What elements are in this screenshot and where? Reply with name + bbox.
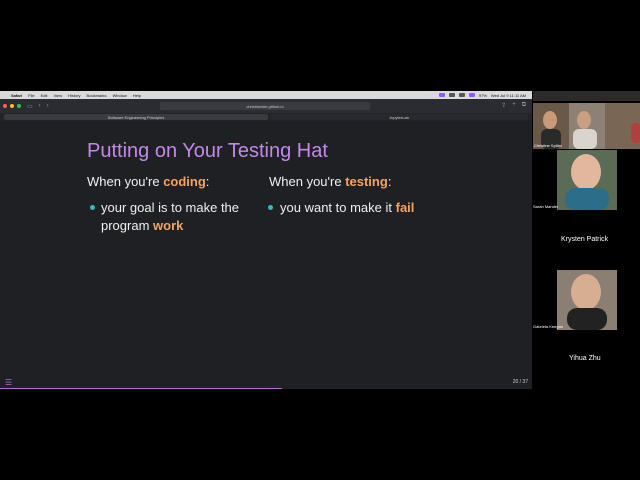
maximize-icon[interactable]	[17, 104, 21, 108]
forward-icon[interactable]: ›	[47, 103, 49, 109]
menu-file[interactable]: File	[28, 93, 34, 98]
zoom-icon[interactable]	[438, 93, 445, 97]
slide-title: Putting on Your Testing Hat	[87, 140, 328, 162]
video-strip-header	[533, 91, 640, 101]
heading-colon: :	[205, 174, 210, 189]
menu-view[interactable]: View	[53, 93, 62, 98]
participant-tile[interactable]: Christine Spiller	[533, 103, 569, 149]
new-tab-icon[interactable]: +	[512, 102, 516, 109]
heading-colon: :	[387, 174, 392, 189]
sidebar-icon[interactable]: ▭	[27, 103, 33, 110]
slide-progress-bar	[0, 387, 282, 389]
participant-body	[567, 308, 607, 330]
close-icon[interactable]	[3, 104, 7, 108]
participant-body	[631, 123, 640, 143]
tab-software-engineering[interactable]: Software Engineering Principles	[4, 114, 268, 120]
menu-window[interactable]: Window	[113, 93, 127, 98]
participant-body	[573, 129, 597, 149]
participant-tile[interactable]	[569, 103, 605, 149]
menu-help[interactable]: Help	[133, 93, 141, 98]
bullet-text: program	[101, 218, 154, 233]
tab-bar: Software Engineering Principles JupyterL…	[0, 113, 532, 121]
hamburger-menu-icon[interactable]: ☰	[5, 378, 12, 387]
participant-tile[interactable]	[557, 150, 617, 210]
menubar-clock: Wed Jul 9 11:11 AM	[490, 92, 526, 98]
bullet-icon	[90, 205, 95, 210]
battery-label: 97%	[478, 92, 487, 98]
participant-tile[interactable]	[557, 270, 617, 330]
screen-share-icon[interactable]	[468, 93, 475, 97]
share-icon[interactable]: ⇪	[501, 102, 506, 109]
bullet-text: your goal is to make the	[101, 200, 240, 215]
testing-heading: When you're testing:	[269, 174, 391, 189]
status-icon[interactable]	[448, 93, 455, 97]
tab-label: JupyterLab	[389, 114, 409, 120]
participant-name: Sarah Mander	[533, 204, 559, 209]
back-icon[interactable]: ‹	[39, 103, 41, 109]
status-icon[interactable]	[458, 93, 465, 97]
heading-accent: coding	[163, 174, 206, 189]
heading-accent: testing	[345, 174, 388, 189]
heading-text: When you're	[269, 174, 346, 189]
slide: Putting on Your Testing Hat When you're …	[0, 121, 532, 389]
tab-label: Software Engineering Principles	[107, 114, 165, 120]
menu-safari[interactable]: Safari	[11, 93, 22, 98]
mac-menubar: Safari File Edit View History Bookmarks …	[0, 91, 532, 99]
participant-name: Christine Spiller	[534, 143, 563, 148]
tabs-overview-icon[interactable]: ⧉	[522, 102, 526, 109]
heading-text: When you're	[87, 174, 164, 189]
menu-bookmarks[interactable]: Bookmarks	[87, 93, 107, 98]
browser-toolbar: ▭ ‹ › christinesier.github.io ⇪ + ⧉	[0, 99, 532, 113]
bullet-accent: fail	[395, 200, 415, 215]
slide-number: 20 / 37	[512, 379, 528, 385]
participant-face	[571, 274, 601, 310]
participant-body	[565, 188, 609, 210]
menu-history[interactable]: History	[68, 93, 80, 98]
participant-face	[543, 111, 557, 129]
url-text: christinesier.github.io	[246, 103, 284, 109]
coding-bullet: your goal is to make the program work	[101, 199, 239, 235]
coding-heading: When you're coding:	[87, 174, 209, 189]
screen-share: Safari File Edit View History Bookmarks …	[0, 91, 532, 389]
bullet-icon	[268, 205, 273, 210]
address-bar[interactable]: christinesier.github.io	[160, 102, 370, 110]
tab-jupyterlab[interactable]: JupyterLab	[270, 114, 528, 120]
minimize-icon[interactable]	[10, 104, 14, 108]
menu-edit[interactable]: Edit	[41, 93, 48, 98]
participant-name: Krysten Patrick	[561, 236, 609, 243]
participant-tile[interactable]	[605, 103, 640, 149]
participant-face	[571, 154, 601, 190]
participant-name: Yihua Zhu	[569, 355, 601, 362]
participant-face	[577, 111, 591, 129]
bullet-accent: work	[153, 218, 184, 233]
testing-bullet: you want to make it fail	[280, 199, 414, 217]
bullet-text: you want to make it	[280, 200, 396, 215]
participant-name: Gabriela Keegan	[533, 324, 564, 329]
